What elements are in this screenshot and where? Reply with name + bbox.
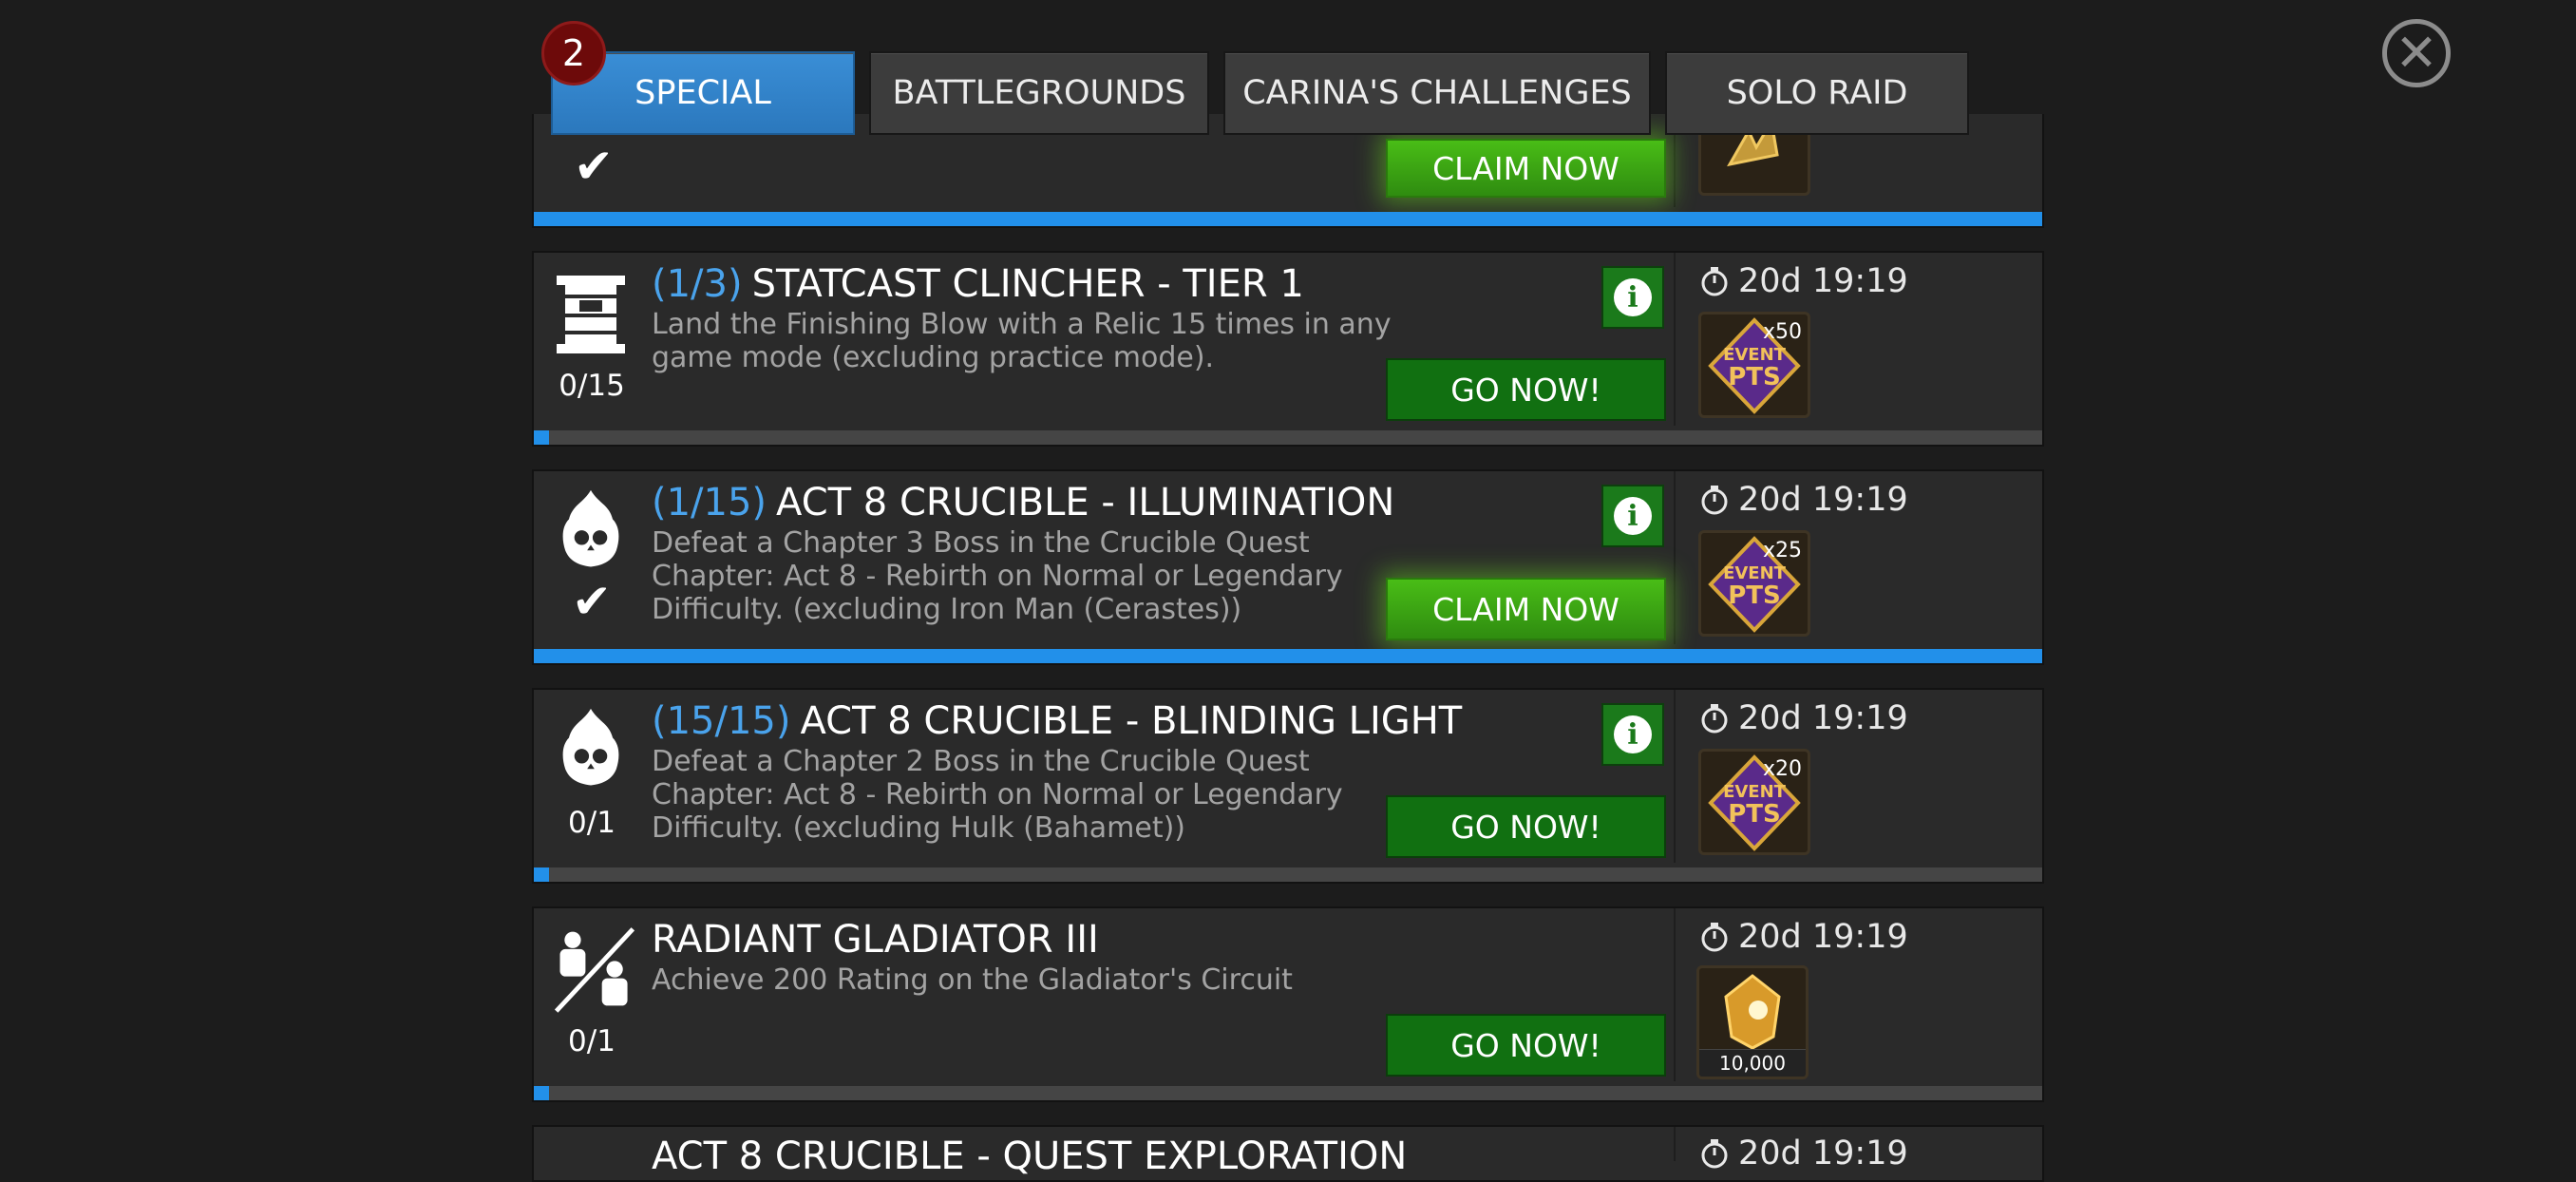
reward-multiplier: x20: [1762, 757, 1802, 781]
gold-crystal-icon: [1724, 974, 1781, 1050]
progress-bar: [534, 1086, 2042, 1100]
tab-carinas-challenges[interactable]: CARINA'S CHALLENGES: [1223, 51, 1651, 135]
timer: 20d 19:19: [1698, 481, 1908, 519]
svg-text:EVENT: EVENT: [1723, 782, 1787, 802]
badge-count: 2: [561, 32, 586, 74]
progress-bar: [534, 212, 2042, 226]
event-points-reward[interactable]: EVENT PTS x20: [1698, 749, 1810, 855]
progress-bar: [534, 867, 2042, 882]
close-icon[interactable]: ✕: [2382, 19, 2451, 87]
check-icon: ✔: [572, 574, 612, 629]
objective-count: 0/1: [568, 1024, 616, 1058]
objective-title-text: ACT 8 CRUCIBLE - BLINDING LIGHT: [800, 699, 1463, 743]
reward-multiplier: x25: [1762, 539, 1802, 562]
info-button[interactable]: i: [1601, 266, 1664, 329]
stopwatch-icon: [1701, 1139, 1728, 1169]
gladiator-versus-icon: [554, 927, 635, 1013]
objective-description: Defeat a Chapter 2 Boss in the Crucible …: [652, 745, 1343, 845]
objective-description: Defeat a Chapter 3 Boss in the Crucible …: [652, 526, 1343, 626]
svg-text:EVENT: EVENT: [1723, 345, 1787, 365]
svg-text:EVENT: EVENT: [1723, 563, 1787, 583]
svg-text:PTS: PTS: [1728, 363, 1781, 391]
objective-title-text: RADIANT GLADIATOR III: [652, 918, 1099, 962]
info-icon: i: [1614, 497, 1652, 535]
objective-description: Achieve 200 Rating on the Gladiator's Ci…: [652, 963, 1293, 997]
objective-description: Land the Finishing Blow with a Relic 15 …: [652, 308, 1392, 374]
timer-text: 20d 19:19: [1738, 1134, 1908, 1172]
gold-crystal-reward[interactable]: 10,000: [1696, 965, 1809, 1079]
claim-now-button[interactable]: CLAIM NOW: [1386, 139, 1666, 198]
objective-count: 0/15: [559, 369, 625, 403]
objective-title: ACT 8 CRUCIBLE - QUEST EXPLORATION: [652, 1134, 1408, 1178]
check-icon: ✔: [574, 139, 614, 194]
tab-solo-raid[interactable]: SOLO RAID: [1665, 51, 1969, 135]
event-points-reward[interactable]: EVENT PTS x25: [1698, 530, 1810, 637]
flaming-skull-icon: [562, 708, 619, 786]
progress-bar: [534, 649, 2042, 663]
objective-count: 0/1: [568, 806, 616, 840]
event-points-reward[interactable]: EVENT PTS x50: [1698, 312, 1810, 418]
stopwatch-icon: [1701, 923, 1728, 952]
svg-text:PTS: PTS: [1728, 800, 1781, 829]
objective-title-text: STATCAST CLINCHER - TIER 1: [751, 262, 1304, 306]
reward-amount: 10,000: [1699, 1049, 1806, 1077]
objective-card: 0/1 (15/15) ACT 8 CRUCIBLE - BLINDING LIG…: [532, 688, 2044, 884]
objective-card: 0/1 RADIANT GLADIATOR III Achieve 200 Ra…: [532, 906, 2044, 1102]
reward-multiplier: x50: [1762, 320, 1802, 344]
timer-text: 20d 19:19: [1738, 918, 1908, 956]
objective-tier: (1/3): [652, 262, 743, 306]
info-button[interactable]: i: [1601, 485, 1664, 547]
objective-card: ✔ (1/15) ACT 8 CRUCIBLE - ILLUMINATION De…: [532, 469, 2044, 665]
info-icon: i: [1614, 715, 1652, 753]
relic-icon: [557, 276, 625, 353]
objective-tier: (1/15): [652, 481, 767, 524]
timer-text: 20d 19:19: [1738, 262, 1908, 300]
objective-title: RADIANT GLADIATOR III: [652, 918, 1099, 962]
stopwatch-icon: [1701, 486, 1728, 515]
go-now-button[interactable]: GO NOW!: [1386, 1014, 1666, 1077]
timer-text: 20d 19:19: [1738, 481, 1908, 519]
notification-badge: 2: [541, 21, 606, 86]
timer-text: 20d 19:19: [1738, 699, 1908, 737]
timer: 20d 19:19: [1698, 918, 1908, 956]
objective-tier: (15/15): [652, 699, 791, 743]
info-icon: i: [1614, 278, 1652, 316]
info-button[interactable]: i: [1601, 703, 1664, 766]
go-now-button[interactable]: GO NOW!: [1386, 795, 1666, 858]
go-now-button[interactable]: GO NOW!: [1386, 358, 1666, 421]
progress-bar: [534, 430, 2042, 445]
claim-now-button[interactable]: CLAIM NOW: [1386, 578, 1666, 640]
tab-bar: SPECIAL BATTLEGROUNDS CARINA'S CHALLENGE…: [551, 51, 1969, 135]
objective-title: (1/3) STATCAST CLINCHER - TIER 1: [652, 262, 1304, 306]
tab-battlegrounds[interactable]: BATTLEGROUNDS: [869, 51, 1209, 135]
stopwatch-icon: [1701, 267, 1728, 296]
timer: 20d 19:19: [1698, 1134, 1908, 1172]
timer: 20d 19:19: [1698, 262, 1908, 300]
objective-title: (15/15) ACT 8 CRUCIBLE - BLINDING LIGHT: [652, 699, 1462, 743]
svg-text:PTS: PTS: [1728, 581, 1781, 610]
objective-title: (1/15) ACT 8 CRUCIBLE - ILLUMINATION: [652, 481, 1394, 524]
objective-card: 0/15 (1/3) STATCAST CLINCHER - TIER 1 Lan…: [532, 251, 2044, 447]
objective-list[interactable]: ✔ CLAIM NOW 0/15 (1/3) STATCAST CLINCHER …: [532, 0, 2044, 1182]
timer: 20d 19:19: [1698, 699, 1908, 737]
objective-card-bottom: ACT 8 CRUCIBLE - QUEST EXPLORATION 20d 1…: [532, 1125, 2044, 1182]
flaming-skull-icon: [562, 489, 619, 567]
stopwatch-icon: [1701, 704, 1728, 734]
objective-title-text: ACT 8 CRUCIBLE - ILLUMINATION: [776, 481, 1395, 524]
